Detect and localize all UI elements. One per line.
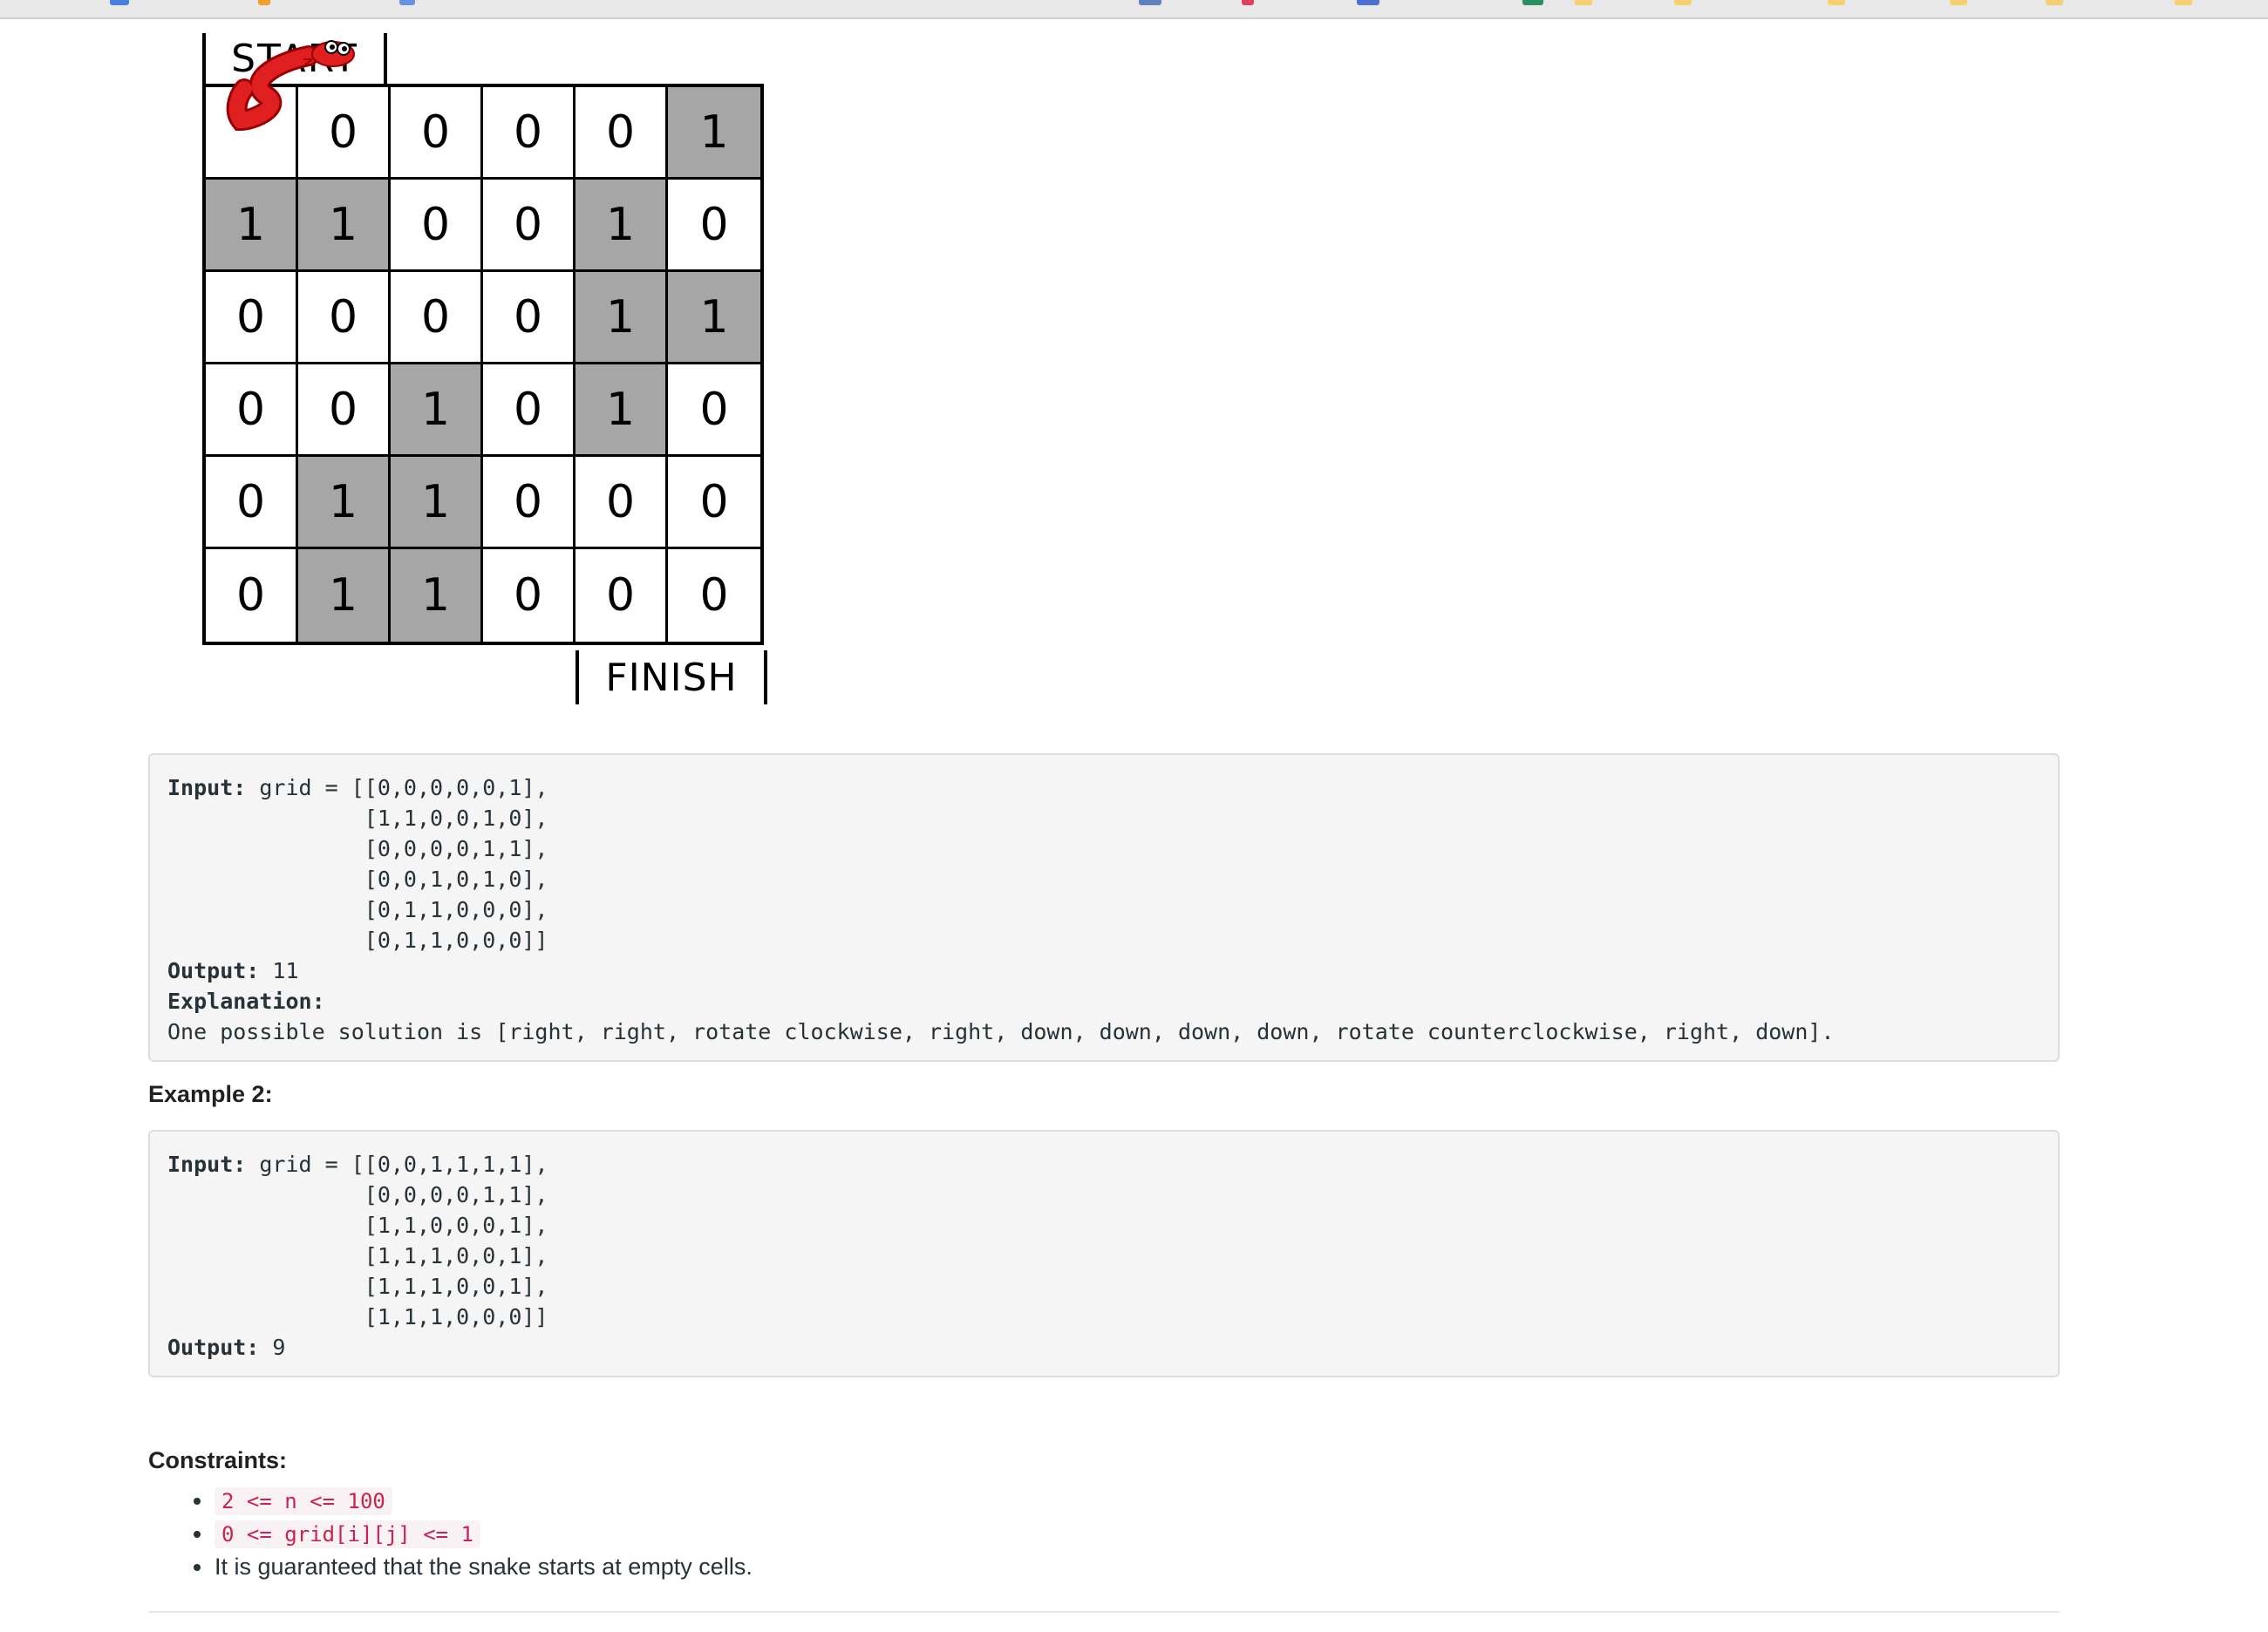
grid-cell: 1 <box>298 457 391 549</box>
grid-cell: 1 <box>298 549 391 642</box>
grid-cell: 1 <box>576 364 668 457</box>
constraint-code: 0 <= grid[i][j] <= 1 <box>215 1520 480 1548</box>
grid-cell: 0 <box>668 180 760 272</box>
constraints-list: 2 <= n <= 100 0 <= grid[i][j] <= 1 It is… <box>148 1484 753 1583</box>
grid-cell: 0 <box>206 549 298 642</box>
bookmark-icon[interactable] <box>2175 0 2192 5</box>
grid-cell: 0 <box>668 457 760 549</box>
bookmark-icon[interactable] <box>1575 0 1592 5</box>
grid-cell: 0 <box>298 364 391 457</box>
output-value: 9 <box>259 1335 286 1360</box>
grid-cell: 0 <box>483 457 576 549</box>
divider <box>148 1611 2060 1613</box>
grid-cell: 0 <box>483 180 576 272</box>
bookmark-icon[interactable] <box>399 0 415 5</box>
grid-cell: 1 <box>391 549 483 642</box>
grid-cell: 0 <box>576 87 668 180</box>
grid-cell: 0 <box>483 272 576 364</box>
grid-cell: 0 <box>206 457 298 549</box>
example-1-block: Input: grid = [[0,0,0,0,0,1], [1,1,0,0,1… <box>148 753 2060 1062</box>
example-2-block: Input: grid = [[0,0,1,1,1,1], [0,0,0,0,1… <box>148 1130 2060 1377</box>
maze-grid: 00001110010000011001010011000011000 <box>202 84 764 645</box>
grid-cell: 0 <box>699 569 729 622</box>
constraint-text: It is guaranteed that the snake starts a… <box>215 1554 753 1580</box>
grid-cell: 0 <box>391 87 483 180</box>
bookmark-icon[interactable] <box>1139 0 1161 5</box>
snake-icon <box>226 40 355 132</box>
grid-cell: 1 <box>668 272 760 364</box>
grid-cell: 0 <box>483 364 576 457</box>
input-value: grid = [[0,0,1,1,1,1], [0,0,0,0,1,1], [1… <box>259 1152 548 1329</box>
constraints-heading: Constraints: <box>148 1447 288 1473</box>
grid-cell: 0 <box>298 272 391 364</box>
list-item: 2 <= n <= 100 <box>148 1484 753 1517</box>
grid-cell: 0 <box>483 549 576 642</box>
bookmark-icon[interactable] <box>1242 0 1254 5</box>
input-label: Input: <box>167 1152 247 1177</box>
browser-toolbar <box>0 0 2268 19</box>
grid-cell: 0 <box>206 364 298 457</box>
explanation-text: One possible solution is [right, right, … <box>167 1019 1835 1044</box>
grid-cell: 0 <box>576 457 668 549</box>
constraint-code: 2 <= n <= 100 <box>215 1487 392 1515</box>
output-label: Output: <box>167 1335 260 1360</box>
bookmark-icon[interactable] <box>1522 0 1543 5</box>
input-value: grid = [[0,0,0,0,0,1], [1,1,0,0,1,0], [0… <box>259 775 548 953</box>
grid-cell: 1 <box>298 180 391 272</box>
bookmark-icon[interactable] <box>1950 0 1967 5</box>
grid-cell: 0 <box>391 272 483 364</box>
grid-cell: 0 <box>483 87 576 180</box>
grid-cell: 1 <box>206 180 298 272</box>
explanation-label: Explanation: <box>167 989 325 1014</box>
bookmark-icon[interactable] <box>1357 0 1379 5</box>
bookmark-icon[interactable] <box>258 0 270 5</box>
grid-cell: 1 <box>668 87 760 180</box>
list-item: It is guaranteed that the snake starts a… <box>148 1550 753 1583</box>
grid-cell: 0 <box>668 364 760 457</box>
bookmark-icon[interactable] <box>1828 0 1845 5</box>
grid-cell: 0 <box>391 180 483 272</box>
grid-cell: 1 <box>576 272 668 364</box>
example-2-heading: Example 2: <box>148 1081 273 1107</box>
grid-cell: 0 <box>206 272 298 364</box>
grid-cell: 1 <box>391 364 483 457</box>
output-label: Output: <box>167 958 260 983</box>
grid-cell: 1 <box>576 180 668 272</box>
input-label: Input: <box>167 775 247 800</box>
bookmark-icon[interactable] <box>2046 0 2063 5</box>
bookmark-icon[interactable] <box>110 0 129 5</box>
snake-grid-figure: START 0000111001000001100101001100001100… <box>201 33 776 704</box>
grid-cell: 1 <box>391 457 483 549</box>
output-value: 11 <box>259 958 299 983</box>
list-item: 0 <= grid[i][j] <= 1 <box>148 1517 753 1550</box>
finish-label: FINISH <box>576 650 767 704</box>
grid-cell: 0 <box>576 549 668 642</box>
bookmark-icon[interactable] <box>1674 0 1692 5</box>
